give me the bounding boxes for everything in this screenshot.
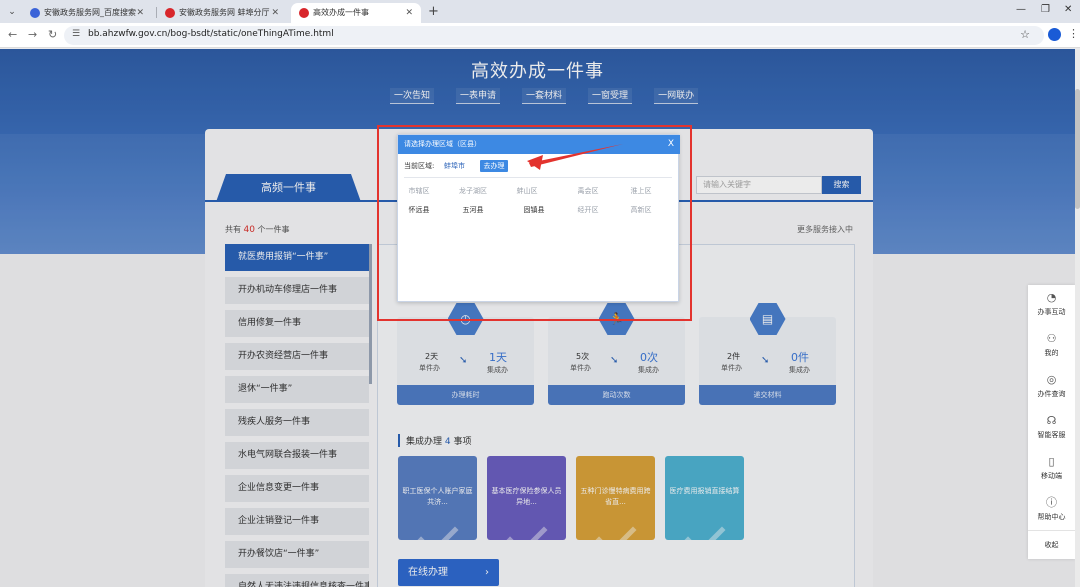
help-icon: ⓘ — [1046, 496, 1057, 509]
close-tab-icon[interactable]: ✕ — [405, 3, 413, 23]
browser-tab-strip: ⌄ 安徽政务服务网_百度搜索 ✕ 安徽政务服务网 蚌埠分厅 ✕ 高效办成一件事 … — [0, 0, 1080, 23]
baidu-favicon-icon — [30, 8, 40, 18]
browser-tab-2[interactable]: 安徽政务服务网 蚌埠分厅 ✕ — [157, 3, 287, 23]
url-text[interactable]: bb.ahzwfw.gov.cn/bog-bsdt/static/oneThin… — [88, 29, 334, 39]
side-item-query[interactable]: ◎ 办件查询 — [1028, 367, 1075, 407]
tab-search-chevron-icon[interactable]: ⌄ — [6, 6, 18, 18]
side-item-label: 帮助中心 — [1037, 513, 1066, 521]
close-tab-icon[interactable]: ✕ — [271, 3, 279, 23]
side-item-mine[interactable]: ⚇ 我的 — [1028, 326, 1075, 366]
address-toolbar: ← → ↻ ☰ bb.ahzwfw.gov.cn/bog-bsdt/static… — [0, 23, 1080, 48]
browser-tab-3-active[interactable]: 高效办成一件事 ✕ — [291, 3, 421, 23]
tab-title: 高效办成一件事 — [313, 8, 369, 17]
new-tab-icon[interactable]: + — [428, 3, 439, 21]
side-item-label: 移动端 — [1041, 472, 1062, 480]
back-arrow-icon[interactable]: ← — [8, 28, 17, 42]
close-window-icon[interactable]: ✕ — [1064, 4, 1072, 15]
side-item-label: 我的 — [1044, 349, 1059, 357]
page-viewport: 高效办成一件事 一次告知 一表申请 一套材料 一窗受理 一网联办 高频一件事 请… — [0, 49, 1075, 587]
site-info-icon[interactable]: ☰ — [72, 29, 80, 39]
gov-favicon-icon — [299, 8, 309, 18]
address-bar[interactable]: ☰ bb.ahzwfw.gov.cn/bog-bsdt/static/oneTh… — [64, 26, 1044, 45]
browser-tab-1[interactable]: 安徽政务服务网_百度搜索 ✕ — [22, 3, 152, 23]
annotation-highlight-box — [377, 125, 692, 321]
side-item-label: 智能客服 — [1037, 431, 1066, 439]
tab-title: 安徽政务服务网_百度搜索 — [44, 8, 136, 17]
page-scrollbar[interactable] — [1075, 49, 1080, 587]
side-item-interaction[interactable]: ◔ 办事互动 — [1028, 285, 1075, 325]
tab-title: 安徽政务服务网 蚌埠分厅 — [179, 8, 270, 17]
mobile-icon: ▯ — [1048, 455, 1055, 468]
side-item-mobile[interactable]: ▯ 移动端 — [1028, 449, 1075, 489]
close-tab-icon[interactable]: ✕ — [136, 3, 144, 23]
minimize-icon[interactable]: — — [1016, 4, 1026, 15]
profile-avatar-icon[interactable] — [1048, 28, 1061, 41]
side-item-label: 办件查询 — [1037, 390, 1066, 398]
floating-service-bar: ◔ 办事互动 ⚇ 我的 ◎ 办件查询 ☊ 智能客服 ▯ 移动端 ⓘ 帮助中心 收… — [1028, 285, 1075, 559]
chat-icon: ◔ — [1046, 291, 1057, 304]
user-icon: ⚇ — [1046, 332, 1057, 345]
bookmark-star-icon[interactable]: ☆ — [1020, 28, 1030, 41]
search-icon: ◎ — [1046, 373, 1057, 386]
gov-favicon-icon — [165, 8, 175, 18]
headset-icon: ☊ — [1046, 414, 1057, 427]
reload-icon[interactable]: ↻ — [48, 28, 57, 42]
side-collapse-button[interactable]: 收起 — [1028, 530, 1075, 559]
side-item-label: 办事互动 — [1037, 308, 1066, 316]
scrollbar-thumb[interactable] — [1075, 89, 1080, 209]
restore-icon[interactable]: ❐ — [1041, 4, 1050, 15]
browser-menu-icon[interactable]: ⋮ — [1068, 27, 1079, 40]
side-item-ai-service[interactable]: ☊ 智能客服 — [1028, 408, 1075, 448]
forward-arrow-icon[interactable]: → — [28, 28, 37, 42]
side-item-help[interactable]: ⓘ 帮助中心 — [1028, 490, 1075, 530]
